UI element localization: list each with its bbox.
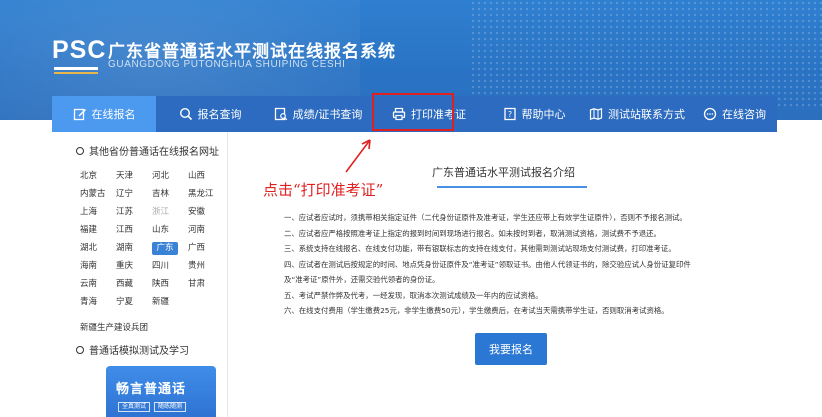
province-link[interactable]: 内蒙古	[80, 188, 116, 201]
province-link[interactable]: 山西	[188, 170, 224, 183]
province-link[interactable]: 云南	[80, 278, 116, 291]
nav-score-certificate-query[interactable]: 成绩/证书查询	[264, 96, 372, 132]
document-search-icon	[274, 107, 287, 121]
circle-bullet-icon	[76, 146, 84, 155]
sidebar-section-practice: 普通话模拟测试及学习	[76, 342, 189, 357]
province-link[interactable]: 广西	[188, 242, 224, 255]
changyan-putonghua-promo[interactable]: 畅言普通话 全真测试 随练随测	[106, 366, 216, 417]
province-link[interactable]: 黑龙江	[188, 188, 224, 201]
print-ticket-highlight-box	[372, 93, 454, 131]
province-link[interactable]: 江苏	[116, 206, 152, 219]
map-icon	[589, 107, 603, 121]
sidebar-section-provinces: 其他省份普通话在线报名网址	[76, 143, 219, 158]
province-link[interactable]: 海南	[80, 260, 116, 273]
province-link[interactable]: 安徽	[188, 206, 224, 219]
province-link[interactable]: 江西	[116, 224, 152, 237]
province-link[interactable]: 西藏	[116, 278, 152, 291]
search-icon	[179, 107, 192, 121]
province-link[interactable]: 河南	[188, 224, 224, 237]
province-link[interactable]: 甘肃	[188, 278, 224, 291]
province-link-xinjiang-bingtuan[interactable]: 新疆生产建设兵团	[80, 321, 148, 333]
circle-bullet-icon	[76, 345, 84, 354]
register-button[interactable]: 我要报名	[475, 333, 547, 365]
province-link[interactable]: 青海	[80, 296, 116, 309]
province-link[interactable]: 浙江	[152, 206, 188, 219]
nav-online-consult[interactable]: 在线咨询	[692, 96, 777, 132]
province-link[interactable]: 天津	[116, 170, 152, 183]
notice-item: 四、应试者在测试后按规定的时间、地点凭身份证原件及“准考证”领取证书。由他人代领…	[284, 259, 691, 269]
nav-label: 在线报名	[91, 108, 136, 121]
promo-tag: 全真测试	[118, 402, 151, 412]
notice-item: 二、应试者应严格按照准考证上指定的报到时间到现场进行报名。如未按时到者，取消测试…	[284, 228, 661, 238]
nav-online-register[interactable]: 在线报名	[52, 96, 156, 132]
province-link[interactable]: 广东	[152, 242, 178, 255]
nav-label: 帮助中心	[521, 108, 566, 121]
sidebar-section-title: 其他省份普通话在线报名网址	[89, 147, 219, 158]
notice-item: 六、在线支付费用（学生缴费25元，非学生缴费50元），学生缴费后，在考试当天需携…	[284, 306, 669, 315]
logo-underline	[54, 67, 98, 70]
nav-register-query[interactable]: 报名查询	[156, 96, 264, 132]
province-link[interactable]: 河北	[152, 170, 188, 183]
province-link[interactable]: 福建	[80, 224, 116, 237]
nav-label: 在线咨询	[722, 108, 766, 121]
banner-world-map-pattern	[470, 0, 822, 110]
province-link[interactable]: 四川	[152, 260, 188, 273]
nav-test-station-contact[interactable]: 测试站联系方式	[582, 96, 692, 132]
annotation-arrow-icon	[345, 139, 371, 173]
province-link[interactable]: 湖北	[80, 242, 116, 255]
notice-item: 五、考试严禁作弊及代考，一经发现，取消本次测试成绩及一年内的应试资格。	[284, 290, 543, 300]
province-link[interactable]: 山东	[152, 224, 188, 237]
sidebar-section-title: 普通话模拟测试及学习	[89, 346, 189, 357]
notice-item: 三、系统支持在线报名、在线支付功能，带有银联标志的支持在线支付，其他需到测试站现…	[284, 244, 676, 253]
notice-list: 一、应试者应试时，须携带相关指定证件（二代身份证原件及准考证，学生还应带上有效学…	[284, 210, 764, 319]
help-book-icon: ?	[503, 107, 516, 121]
intro-title: 广东普通话水平测试报名介绍	[432, 166, 575, 179]
province-link[interactable]: 宁夏	[116, 296, 152, 309]
promo-tag: 随练随测	[154, 402, 187, 412]
province-link[interactable]: 吉林	[152, 188, 188, 201]
nav-label: 测试站联系方式	[608, 108, 685, 121]
province-link[interactable]: 辽宁	[116, 188, 152, 201]
nav-label: 报名查询	[197, 108, 242, 121]
site-subtitle: GUANGDONG PUTONGHUA SHUIPING CESHI	[108, 59, 346, 70]
province-link[interactable]: 新疆	[152, 296, 188, 309]
nav-help-center[interactable]: ? 帮助中心	[486, 96, 582, 132]
province-link-grid: 北京 天津 河北 山西 内蒙古 辽宁 吉林 黑龙江 上海 江苏 浙江 安徽 福建 江西 山东 河南 湖北 湖南 广东…	[80, 170, 220, 309]
svg-text:?: ?	[507, 110, 511, 119]
notice-item: 一、应试者应试时，须携带相关指定证件（二代身份证原件及准考证，学生还应带上有效学…	[284, 213, 687, 222]
nav-label: 成绩/证书查询	[292, 108, 363, 121]
logo-underline-accent	[54, 72, 98, 74]
edit-icon	[73, 108, 86, 121]
chat-icon	[703, 107, 717, 121]
province-link[interactable]: 陕西	[152, 278, 188, 291]
province-link[interactable]: 重庆	[116, 260, 152, 273]
province-link[interactable]: 湖南	[116, 242, 152, 255]
promo-title: 畅言普通话	[116, 382, 187, 397]
logo-text: PSC	[52, 36, 107, 64]
intro-title-underline	[437, 186, 587, 188]
province-link[interactable]: 北京	[80, 170, 116, 183]
annotation-click-print: 点击“打印准考证”	[263, 181, 384, 199]
notice-item: 及“准考证”原件外，还需交验代领者的身份证。	[284, 275, 440, 284]
psc-logo: PSC	[52, 36, 105, 74]
province-link[interactable]: 贵州	[188, 260, 224, 273]
province-link[interactable]: 上海	[80, 206, 116, 219]
